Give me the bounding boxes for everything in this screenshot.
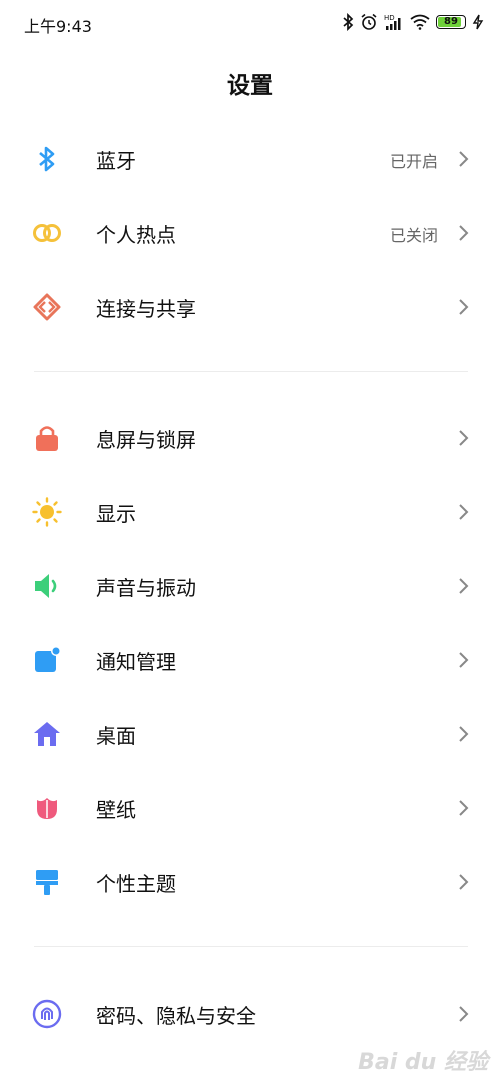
settings-item-label: 连接与共享 bbox=[96, 297, 196, 321]
settings-item-wallpaper[interactable]: 壁纸 bbox=[0, 770, 500, 844]
svg-text:HD: HD bbox=[384, 14, 395, 22]
settings-group-personalization: 息屏与锁屏 显示 声音与振动 通知管理 桌面 壁纸 个性主题 bbox=[0, 400, 500, 918]
settings-item-label: 声音与振动 bbox=[96, 576, 196, 600]
bluetooth-icon bbox=[343, 13, 354, 31]
settings-item-lock-screen[interactable]: 息屏与锁屏 bbox=[0, 400, 500, 474]
divider bbox=[34, 371, 468, 372]
chevron-right-icon bbox=[459, 299, 469, 315]
home-icon bbox=[32, 719, 62, 749]
page-title: 设置 bbox=[227, 73, 273, 99]
alarm-icon bbox=[361, 13, 377, 30]
watermark: Bai du 经验 bbox=[358, 1050, 488, 1075]
settings-item-display[interactable]: 显示 bbox=[0, 474, 500, 548]
status-time: 上午9:43 bbox=[24, 17, 92, 36]
settings-item-label: 个人热点 bbox=[96, 223, 176, 247]
settings-item-label: 密码、隐私与安全 bbox=[96, 1004, 256, 1028]
settings-item-home-screen[interactable]: 桌面 bbox=[0, 696, 500, 770]
settings-item-label: 蓝牙 bbox=[96, 149, 136, 173]
settings-item-value: 已关闭 bbox=[389, 226, 438, 245]
status-icons: HD 89 bbox=[342, 12, 484, 32]
battery-icon: 89 bbox=[436, 15, 466, 29]
status-bar: 上午9:43 HD 89 bbox=[0, 0, 500, 44]
lock-icon bbox=[32, 423, 62, 453]
battery-level: 89 bbox=[444, 16, 458, 27]
hd-signal-icon: HD bbox=[384, 14, 401, 30]
settings-item-sound[interactable]: 声音与振动 bbox=[0, 548, 500, 622]
chevron-right-icon bbox=[459, 430, 469, 446]
settings-item-label: 息屏与锁屏 bbox=[96, 428, 196, 452]
settings-item-label: 个性主题 bbox=[96, 872, 176, 896]
settings-item-bluetooth[interactable]: 蓝牙 已开启 bbox=[0, 121, 500, 195]
chevron-right-icon bbox=[459, 504, 469, 520]
chevron-right-icon bbox=[459, 874, 469, 890]
chevron-right-icon bbox=[459, 225, 469, 241]
settings-item-themes[interactable]: 个性主题 bbox=[0, 844, 500, 918]
chevron-right-icon bbox=[459, 726, 469, 742]
settings-item-label: 壁纸 bbox=[96, 798, 136, 822]
bluetooth-icon bbox=[32, 144, 62, 174]
settings-group-security: 密码、隐私与安全 bbox=[0, 976, 500, 1050]
charging-icon bbox=[472, 14, 484, 30]
speaker-icon bbox=[32, 571, 62, 601]
settings-item-hotspot[interactable]: 个人热点 已关闭 bbox=[0, 195, 500, 269]
notification-icon bbox=[32, 645, 62, 675]
chevron-right-icon bbox=[459, 578, 469, 594]
settings-item-label: 显示 bbox=[96, 502, 136, 526]
chevron-right-icon bbox=[459, 1006, 469, 1022]
settings-item-label: 通知管理 bbox=[96, 650, 176, 674]
chevron-right-icon bbox=[459, 652, 469, 668]
chevron-right-icon bbox=[459, 151, 469, 167]
divider bbox=[34, 946, 468, 947]
connection-icon bbox=[32, 292, 62, 322]
settings-item-connection-sharing[interactable]: 连接与共享 bbox=[0, 269, 500, 343]
wifi-icon bbox=[410, 14, 430, 30]
settings-item-security[interactable]: 密码、隐私与安全 bbox=[0, 976, 500, 1050]
settings-item-value: 已开启 bbox=[389, 152, 438, 171]
fingerprint-icon bbox=[32, 999, 62, 1029]
flower-icon bbox=[32, 793, 62, 823]
brush-icon bbox=[32, 867, 62, 897]
settings-item-label: 桌面 bbox=[96, 724, 136, 748]
chevron-right-icon bbox=[459, 800, 469, 816]
hotspot-icon bbox=[32, 218, 62, 248]
sun-icon bbox=[32, 497, 62, 527]
settings-item-notifications[interactable]: 通知管理 bbox=[0, 622, 500, 696]
settings-group-connectivity: 蓝牙 已开启 个人热点 已关闭 连接与共享 bbox=[0, 121, 500, 343]
